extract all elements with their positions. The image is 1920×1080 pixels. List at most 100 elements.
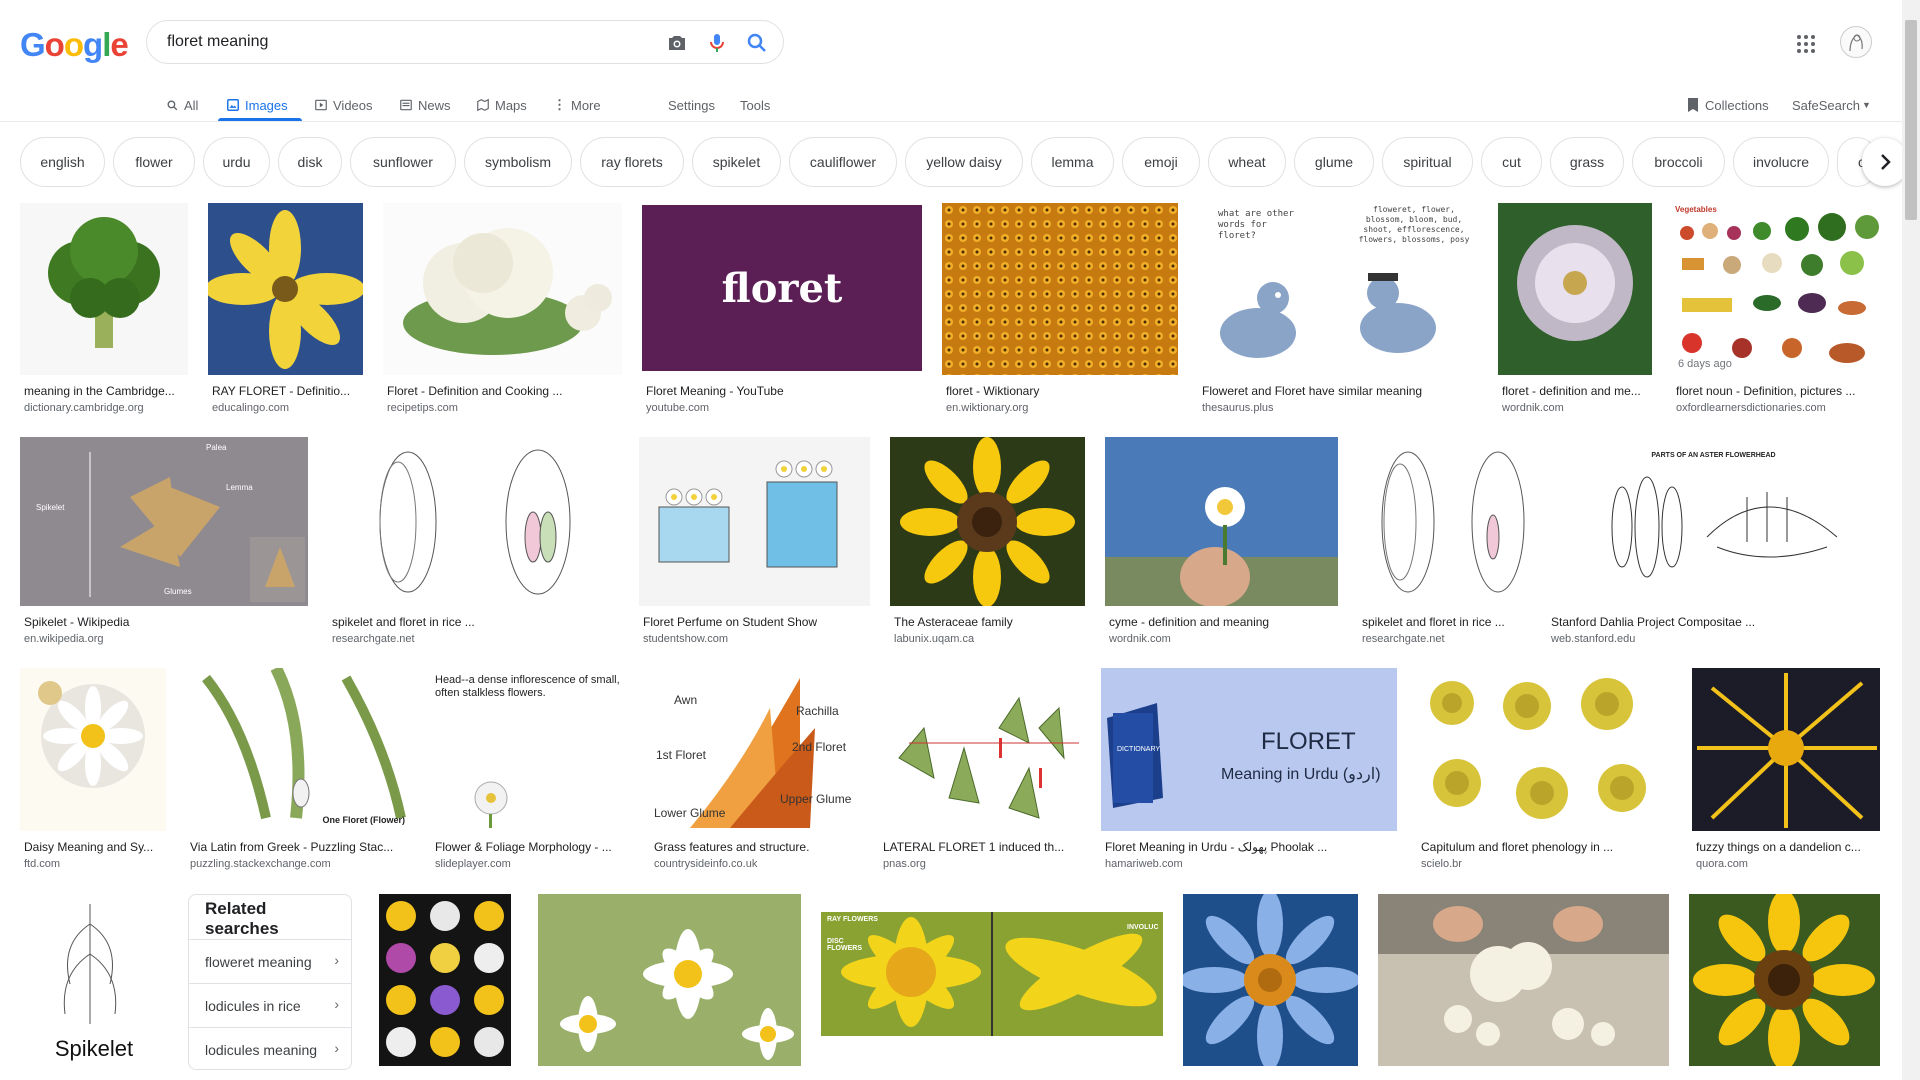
- image-result[interactable]: One Floret (Flower) Via Latin from Greek…: [186, 668, 411, 878]
- avatar[interactable]: [1840, 26, 1872, 58]
- related-search-item[interactable]: lodicules meaning ›: [189, 1027, 351, 1069]
- result-thumbnail[interactable]: Vegetables 6 days ago: [1672, 203, 1880, 375]
- result-title[interactable]: spikelet and floret in rice ...: [332, 615, 619, 629]
- result-source[interactable]: oxfordlearnersdictionaries.com: [1676, 402, 1880, 414]
- result-thumbnail[interactable]: [1183, 894, 1358, 1066]
- image-result[interactable]: LATERAL FLORET 1 induced th... pnas.org: [879, 668, 1081, 878]
- chip-glume[interactable]: glume: [1294, 137, 1374, 187]
- tab-all[interactable]: All: [166, 90, 198, 120]
- result-title[interactable]: RAY FLORET - Definitio...: [212, 384, 363, 398]
- collections-link[interactable]: Collections: [1686, 90, 1769, 120]
- result-source[interactable]: youtube.com: [646, 402, 922, 414]
- result-source[interactable]: countrysideinfo.co.uk: [654, 858, 859, 870]
- image-result[interactable]: what are other words for floret? flowere…: [1198, 203, 1478, 414]
- result-thumbnail[interactable]: [1378, 894, 1669, 1066]
- chip-emoji[interactable]: emoji: [1122, 137, 1200, 187]
- chip-flower[interactable]: flower: [113, 137, 195, 187]
- image-result[interactable]: DICTIONARY FLORET Meaning in Urdu (اردو)…: [1101, 668, 1397, 878]
- image-result[interactable]: Capitulum and floret phenology in ... sc…: [1417, 668, 1672, 878]
- image-result[interactable]: floret - definition and me... wordnik.co…: [1498, 203, 1652, 414]
- image-result[interactable]: Floret - Definition and Cooking ... reci…: [383, 203, 622, 414]
- result-thumbnail[interactable]: [1692, 668, 1880, 831]
- result-title[interactable]: Flower & Foliage Morphology - ...: [435, 840, 630, 854]
- result-title[interactable]: floret - definition and me...: [1502, 384, 1652, 398]
- chip-cauliflower[interactable]: cauliflower: [789, 137, 897, 187]
- result-title[interactable]: cyme - definition and meaning: [1109, 615, 1338, 629]
- image-result[interactable]: spikelet and floret in rice ... research…: [1358, 437, 1527, 647]
- result-source[interactable]: pnas.org: [883, 858, 1081, 870]
- result-thumbnail[interactable]: [1417, 668, 1672, 831]
- image-result[interactable]: [379, 894, 511, 1080]
- tab-images[interactable]: Images: [226, 90, 288, 120]
- result-source[interactable]: slideplayer.com: [435, 858, 630, 870]
- image-result[interactable]: RAY FLOWERS DISC FLOWERS INVOLUC: [821, 894, 1163, 1080]
- result-thumbnail[interactable]: [890, 437, 1085, 606]
- result-thumbnail[interactable]: Spikelet: [20, 894, 168, 1066]
- result-thumbnail[interactable]: One Floret (Flower): [186, 668, 411, 831]
- result-thumbnail[interactable]: [379, 894, 511, 1066]
- mic-icon[interactable]: [705, 31, 729, 55]
- result-thumbnail[interactable]: Head--a dense inflorescence of small, of…: [431, 668, 630, 831]
- result-thumbnail[interactable]: [1358, 437, 1527, 606]
- image-result[interactable]: [1378, 894, 1669, 1080]
- image-result[interactable]: Spikelet: [20, 894, 168, 1080]
- result-thumbnail[interactable]: RAY FLOWERS DISC FLOWERS INVOLUC: [821, 894, 1163, 1066]
- result-title[interactable]: Grass features and structure.: [654, 840, 859, 854]
- image-result[interactable]: spikelet and floret in rice ... research…: [328, 437, 619, 647]
- settings-link[interactable]: Settings: [668, 90, 715, 120]
- result-title[interactable]: Floret Meaning - YouTube: [646, 384, 922, 398]
- image-result[interactable]: [538, 894, 801, 1080]
- image-result[interactable]: Head--a dense inflorescence of small, of…: [431, 668, 630, 878]
- search-input[interactable]: [167, 30, 637, 54]
- result-source[interactable]: web.stanford.edu: [1551, 633, 1880, 645]
- scrollbar-thumb[interactable]: [1905, 20, 1917, 220]
- chip-symbolism[interactable]: symbolism: [464, 137, 572, 187]
- result-thumbnail[interactable]: DICTIONARY FLORET Meaning in Urdu (اردو): [1101, 668, 1397, 831]
- result-title[interactable]: Via Latin from Greek - Puzzling Stac...: [190, 840, 411, 854]
- safesearch-dropdown[interactable]: SafeSearch ▼: [1792, 90, 1871, 120]
- result-thumbnail[interactable]: [1498, 203, 1652, 375]
- tools-link[interactable]: Tools: [740, 90, 770, 120]
- result-thumbnail[interactable]: [328, 437, 619, 606]
- result-thumbnail[interactable]: [639, 437, 870, 606]
- result-title[interactable]: Daisy Meaning and Sy...: [24, 840, 166, 854]
- result-source[interactable]: labunix.uqam.ca: [894, 633, 1085, 645]
- result-thumbnail[interactable]: [879, 668, 1081, 831]
- result-thumbnail[interactable]: Palea Lemma Spikelet Glumes: [20, 437, 308, 606]
- result-thumbnail[interactable]: [538, 894, 801, 1066]
- related-search-item[interactable]: floweret meaning ›: [189, 939, 351, 983]
- chip-lemma[interactable]: lemma: [1031, 137, 1114, 187]
- result-source[interactable]: puzzling.stackexchange.com: [190, 858, 411, 870]
- result-source[interactable]: en.wiktionary.org: [946, 402, 1178, 414]
- camera-icon[interactable]: [665, 31, 689, 55]
- result-title[interactable]: Spikelet - Wikipedia: [24, 615, 308, 629]
- result-title[interactable]: Capitulum and floret phenology in ...: [1421, 840, 1672, 854]
- chip-wheat[interactable]: wheat: [1208, 137, 1286, 187]
- chip-yellow-daisy[interactable]: yellow daisy: [905, 137, 1023, 187]
- result-title[interactable]: Floret Meaning in Urdu - پھولک Phoolak .…: [1105, 840, 1397, 854]
- chip-broccoli[interactable]: broccoli: [1632, 137, 1725, 187]
- image-result[interactable]: meaning in the Cambridge... dictionary.c…: [20, 203, 188, 414]
- tab-news[interactable]: News: [399, 90, 451, 120]
- chip-disk[interactable]: disk: [278, 137, 342, 187]
- result-source[interactable]: studentshow.com: [643, 633, 870, 645]
- result-source[interactable]: dictionary.cambridge.org: [24, 402, 188, 414]
- result-title[interactable]: Stanford Dahlia Project Compositae ...: [1551, 615, 1880, 629]
- result-title[interactable]: floret - Wiktionary: [946, 384, 1178, 398]
- result-thumbnail[interactable]: Awn Rachilla 1st Floret 2nd Floret Lower…: [650, 668, 859, 831]
- result-source[interactable]: quora.com: [1696, 858, 1880, 870]
- result-source[interactable]: researchgate.net: [1362, 633, 1527, 645]
- image-result[interactable]: The Asteraceae family labunix.uqam.ca: [890, 437, 1085, 647]
- result-title[interactable]: Floweret and Floret have similar meaning: [1202, 384, 1478, 398]
- image-result[interactable]: Daisy Meaning and Sy... ftd.com: [20, 668, 166, 878]
- tab-videos[interactable]: Videos: [314, 90, 373, 120]
- search-icon[interactable]: [745, 31, 769, 55]
- tab-maps[interactable]: Maps: [476, 90, 527, 120]
- result-thumbnail[interactable]: [942, 203, 1178, 375]
- result-title[interactable]: floret noun - Definition, pictures ...: [1676, 384, 1880, 398]
- related-search-item[interactable]: lodicules in rice ›: [189, 983, 351, 1027]
- result-title[interactable]: Floret - Definition and Cooking ...: [387, 384, 622, 398]
- result-thumbnail[interactable]: [1105, 437, 1338, 606]
- apps-grid-icon[interactable]: [1796, 34, 1816, 54]
- result-thumbnail[interactable]: [208, 203, 363, 375]
